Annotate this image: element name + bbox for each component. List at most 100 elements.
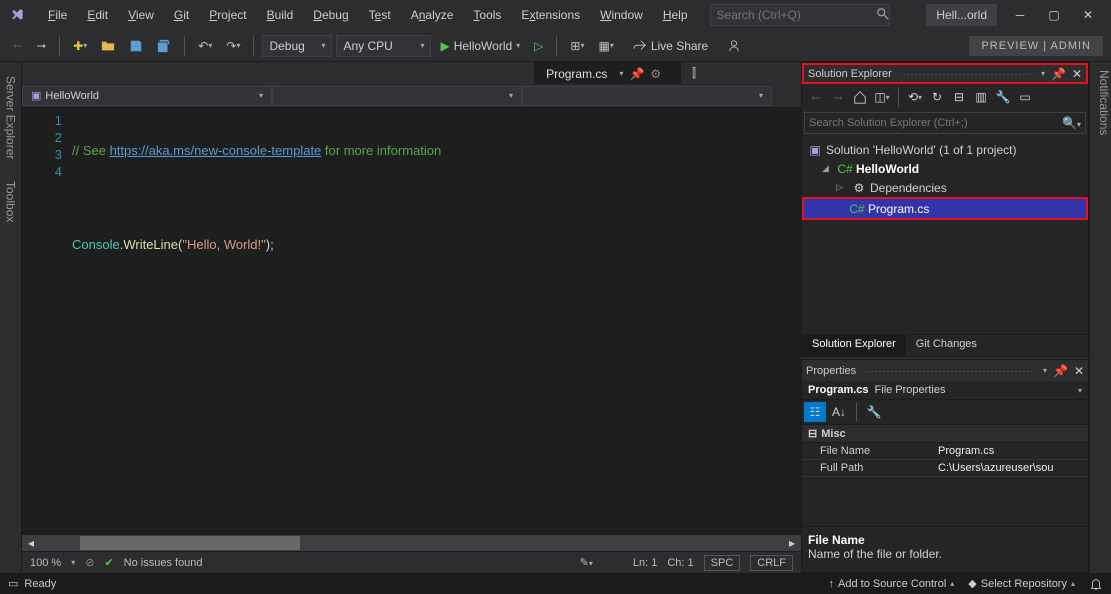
menu-edit[interactable]: Edit bbox=[77, 4, 118, 26]
code-content[interactable]: // See https://aka.ms/new-console-templa… bbox=[72, 108, 801, 535]
code-editor[interactable]: 1 2 3 4 // See https://aka.ms/new-consol… bbox=[22, 108, 801, 535]
show-all-icon[interactable]: ▥ bbox=[971, 87, 991, 107]
new-item-button[interactable]: ✚▾ bbox=[68, 35, 92, 57]
menu-help[interactable]: Help bbox=[653, 4, 698, 26]
issues-label[interactable]: No issues found bbox=[124, 557, 203, 569]
menu-project[interactable]: Project bbox=[199, 4, 256, 26]
category-misc[interactable]: ⊟Misc bbox=[802, 425, 1088, 443]
editor-hscrollbar[interactable]: ◂▸ bbox=[22, 535, 801, 551]
menu-tools[interactable]: Tools bbox=[463, 4, 511, 26]
check-ok-icon: ✔ bbox=[104, 556, 113, 569]
back-icon[interactable]: ⭠ bbox=[806, 87, 826, 107]
split-icon[interactable]: ⫿ bbox=[687, 62, 701, 84]
close-icon[interactable]: ✕ bbox=[1072, 67, 1082, 81]
dependencies-node[interactable]: ▷ ⚙ Dependencies bbox=[802, 178, 1088, 197]
wrench-icon[interactable]: 🔧 bbox=[863, 402, 885, 422]
close-icon[interactable]: ✕ bbox=[1074, 364, 1084, 378]
editor-tab[interactable]: Program.cs ▾ 📌 ⚙ bbox=[534, 62, 681, 84]
pin-icon[interactable]: 📌 bbox=[1053, 364, 1068, 378]
toolbox-icon1[interactable]: ⊞▾ bbox=[565, 35, 589, 57]
menu-view[interactable]: View bbox=[118, 4, 164, 26]
panel-menu-icon[interactable]: ▾ bbox=[1041, 69, 1045, 78]
open-button[interactable] bbox=[96, 35, 120, 57]
property-grid[interactable]: ⊟Misc File NameProgram.cs Full PathC:\Us… bbox=[802, 425, 1088, 526]
undo-button[interactable]: ↶▾ bbox=[193, 35, 217, 57]
solution-tree[interactable]: ▣ Solution 'HelloWorld' (1 of 1 project)… bbox=[802, 138, 1088, 334]
switch-view-icon[interactable]: ◫▾ bbox=[872, 87, 892, 107]
tab-git-changes[interactable]: Git Changes bbox=[906, 335, 987, 356]
nav-member-dd[interactable]: ▾ bbox=[522, 86, 772, 106]
redo-button[interactable]: ↷▾ bbox=[221, 35, 245, 57]
minimize-button[interactable]: ─ bbox=[1003, 3, 1037, 27]
indent-label[interactable]: SPC bbox=[704, 555, 741, 571]
menu-test[interactable]: Test bbox=[359, 4, 401, 26]
start-nodebug-button[interactable]: ▷ bbox=[529, 35, 548, 57]
error-icon[interactable]: ⊘ bbox=[85, 556, 94, 569]
save-button[interactable] bbox=[124, 35, 148, 57]
preview-admin-label[interactable]: PREVIEW | ADMIN bbox=[969, 36, 1103, 56]
sync-icon[interactable]: ⟲▾ bbox=[905, 87, 925, 107]
notifications-tab[interactable]: Notifications bbox=[1097, 70, 1111, 135]
refresh-icon[interactable]: ↻ bbox=[927, 87, 947, 107]
bell-icon[interactable] bbox=[1089, 577, 1103, 591]
select-repo-button[interactable]: ◆ Select Repository ▴ bbox=[968, 577, 1075, 590]
pin-icon[interactable]: 📌 bbox=[629, 67, 644, 81]
tab-solution-explorer[interactable]: Solution Explorer bbox=[802, 335, 906, 356]
config-dropdown[interactable]: Debug▾ bbox=[262, 35, 332, 57]
source-control-button[interactable]: ↑ Add to Source Control ▴ bbox=[829, 578, 955, 590]
gear-icon[interactable]: ⚙ bbox=[650, 67, 661, 81]
ch-label[interactable]: Ch: 1 bbox=[667, 557, 693, 569]
preview-icon[interactable]: ▭ bbox=[1015, 87, 1035, 107]
solution-node[interactable]: ▣ Solution 'HelloWorld' (1 of 1 project) bbox=[802, 140, 1088, 159]
start-debug-button[interactable]: ▶ HelloWorld▾ bbox=[435, 35, 525, 57]
ln-label[interactable]: Ln: 1 bbox=[633, 557, 657, 569]
categorized-icon[interactable]: ☷ bbox=[804, 402, 826, 422]
live-share-button[interactable]: Live Share bbox=[623, 39, 718, 53]
panel-menu-icon[interactable]: ▾ bbox=[1043, 366, 1047, 375]
solution-explorer-header[interactable]: Solution Explorer ▾ 📌 ✕ bbox=[802, 63, 1088, 84]
feedback-icon[interactable] bbox=[722, 35, 746, 57]
eol-label[interactable]: CRLF bbox=[750, 555, 793, 571]
solution-name-label[interactable]: Hell...orld bbox=[926, 4, 997, 26]
output-icon[interactable]: ▭ bbox=[8, 577, 18, 590]
menu-window[interactable]: Window bbox=[590, 4, 653, 26]
toolbox-tab[interactable]: Toolbox bbox=[2, 175, 20, 228]
tab-more-icon[interactable]: ▾ bbox=[619, 69, 623, 78]
properties-icon[interactable]: 🔧 bbox=[993, 87, 1013, 107]
server-explorer-tab[interactable]: Server Explorer bbox=[2, 70, 20, 165]
project-node[interactable]: ◢ C# HelloWorld bbox=[802, 159, 1088, 178]
brush-icon[interactable]: ✎▾ bbox=[580, 556, 593, 569]
solution-search-input[interactable] bbox=[809, 117, 1062, 129]
maximize-button[interactable]: ▢ bbox=[1037, 3, 1071, 27]
toolbox-icon2[interactable]: ▦▾ bbox=[593, 35, 618, 57]
save-all-button[interactable] bbox=[152, 35, 176, 57]
nav-project-dd[interactable]: ▣ HelloWorld▾ bbox=[22, 86, 272, 106]
menu-analyze[interactable]: Analyze bbox=[401, 4, 464, 26]
nav-type-dd[interactable]: ▾ bbox=[272, 86, 522, 106]
home-icon[interactable] bbox=[850, 87, 870, 107]
nav-back-button[interactable]: ⭠ bbox=[8, 35, 28, 57]
expander-open-icon[interactable]: ◢ bbox=[822, 163, 834, 174]
property-row: Full PathC:\Users\azureuser\sou bbox=[802, 460, 1088, 477]
properties-header[interactable]: Properties ▾ 📌 ✕ bbox=[802, 360, 1088, 381]
fwd-icon[interactable]: ⭢ bbox=[828, 87, 848, 107]
menu-extensions[interactable]: Extensions bbox=[511, 4, 590, 26]
collapse-icon[interactable]: ⊟ bbox=[949, 87, 969, 107]
alphabetical-icon[interactable]: A↓ bbox=[828, 402, 850, 422]
search-input[interactable] bbox=[717, 8, 872, 22]
pin-icon[interactable]: 📌 bbox=[1051, 67, 1066, 81]
properties-subject[interactable]: Program.cs File Properties ▾ bbox=[802, 381, 1088, 400]
zoom-level[interactable]: 100 % bbox=[30, 557, 61, 569]
menu-build[interactable]: Build bbox=[257, 4, 304, 26]
repo-icon: ◆ bbox=[968, 577, 976, 590]
menu-git[interactable]: Git bbox=[164, 4, 199, 26]
menu-debug[interactable]: Debug bbox=[303, 4, 358, 26]
program-file-node[interactable]: C# Program.cs bbox=[804, 199, 1086, 218]
expander-closed-icon[interactable]: ▷ bbox=[836, 182, 848, 193]
close-button[interactable]: ✕ bbox=[1071, 3, 1105, 27]
solution-search[interactable]: 🔍▾ bbox=[804, 112, 1086, 134]
quick-launch-search[interactable] bbox=[710, 4, 890, 26]
platform-dropdown[interactable]: Any CPU▾ bbox=[336, 35, 431, 57]
nav-fwd-button[interactable]: ⭢ bbox=[32, 35, 52, 57]
menu-file[interactable]: File bbox=[38, 4, 77, 26]
